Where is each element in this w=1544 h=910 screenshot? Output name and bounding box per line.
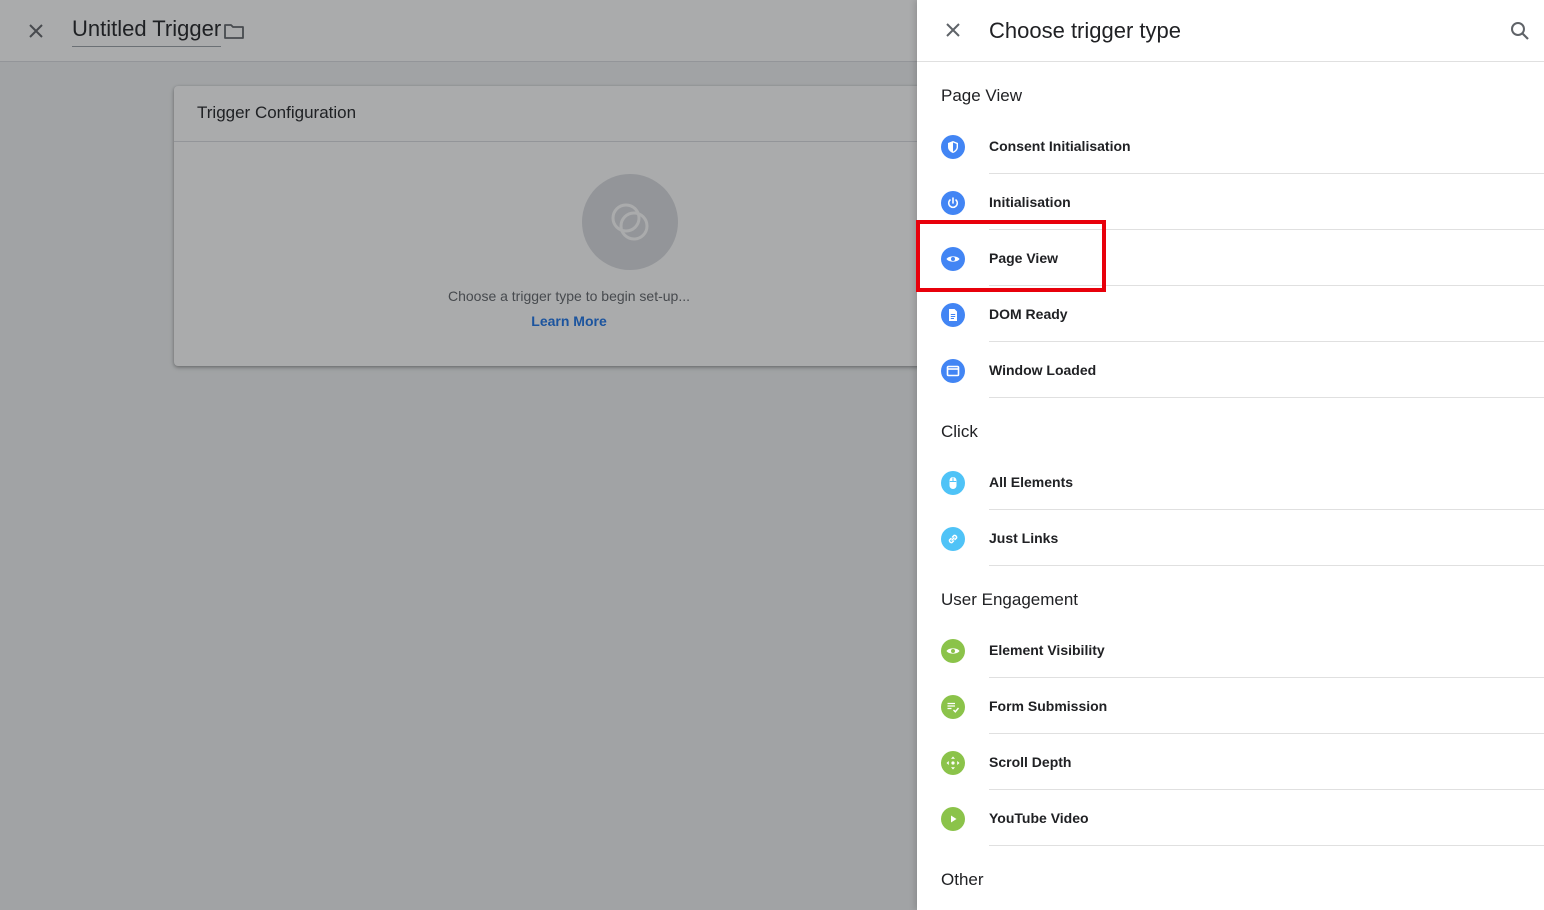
eye-icon: [941, 639, 965, 663]
power-icon: [941, 191, 965, 215]
trigger-option-label: Element Visibility: [989, 642, 1105, 658]
play-icon: [941, 807, 965, 831]
trigger-type-list: Page View Consent Initialisation Initial…: [917, 62, 1544, 902]
trigger-option-label: Scroll Depth: [989, 754, 1072, 770]
trigger-option-just-links[interactable]: Just Links: [917, 510, 1544, 566]
section-header-user-engagement: User Engagement: [941, 590, 1079, 609]
window-icon: [941, 359, 965, 383]
divider: [989, 397, 1544, 398]
trigger-option-label: DOM Ready: [989, 306, 1068, 322]
trigger-option-all-elements[interactable]: All Elements: [917, 454, 1544, 510]
shield-icon: [941, 135, 965, 159]
choose-trigger-panel: Choose trigger type Page View Consent In…: [917, 0, 1544, 910]
search-icon[interactable]: [1508, 19, 1532, 43]
trigger-option-label: Consent Initialisation: [989, 138, 1131, 154]
trigger-option-consent-initialisation[interactable]: Consent Initialisation: [917, 118, 1544, 174]
trigger-option-youtube-video[interactable]: YouTube Video: [917, 790, 1544, 846]
close-icon[interactable]: [941, 18, 965, 42]
trigger-option-label: Page View: [989, 250, 1059, 266]
trigger-option-page-view[interactable]: Page View: [917, 230, 1544, 286]
trigger-option-initialisation[interactable]: Initialisation: [917, 174, 1544, 230]
trigger-option-form-submission[interactable]: Form Submission: [917, 678, 1544, 734]
trigger-option-dom-ready[interactable]: DOM Ready: [917, 286, 1544, 342]
trigger-option-label: Window Loaded: [989, 362, 1097, 378]
eye-icon: [941, 247, 965, 271]
trigger-option-scroll-depth[interactable]: Scroll Depth: [917, 734, 1544, 790]
panel-title: Choose trigger type: [989, 18, 1181, 43]
link-icon: [941, 527, 965, 551]
trigger-option-element-visibility[interactable]: Element Visibility: [917, 622, 1544, 678]
scroll-arrows-icon: [941, 751, 965, 775]
section-header-page-view: Page View: [941, 86, 1022, 105]
trigger-option-label: Just Links: [989, 530, 1059, 546]
trigger-option-label: YouTube Video: [989, 810, 1089, 826]
document-icon: [941, 303, 965, 327]
trigger-option-window-loaded[interactable]: Window Loaded: [917, 342, 1544, 398]
trigger-option-label: Form Submission: [989, 698, 1108, 714]
section-header-click: Click: [941, 422, 978, 441]
trigger-option-label: All Elements: [989, 474, 1074, 490]
panel-header: Choose trigger type: [917, 0, 1544, 62]
form-check-icon: [941, 695, 965, 719]
mouse-icon: [941, 471, 965, 495]
trigger-option-label: Initialisation: [989, 194, 1071, 210]
section-header-other: Other: [941, 870, 984, 889]
divider: [989, 845, 1544, 846]
divider: [989, 565, 1544, 566]
